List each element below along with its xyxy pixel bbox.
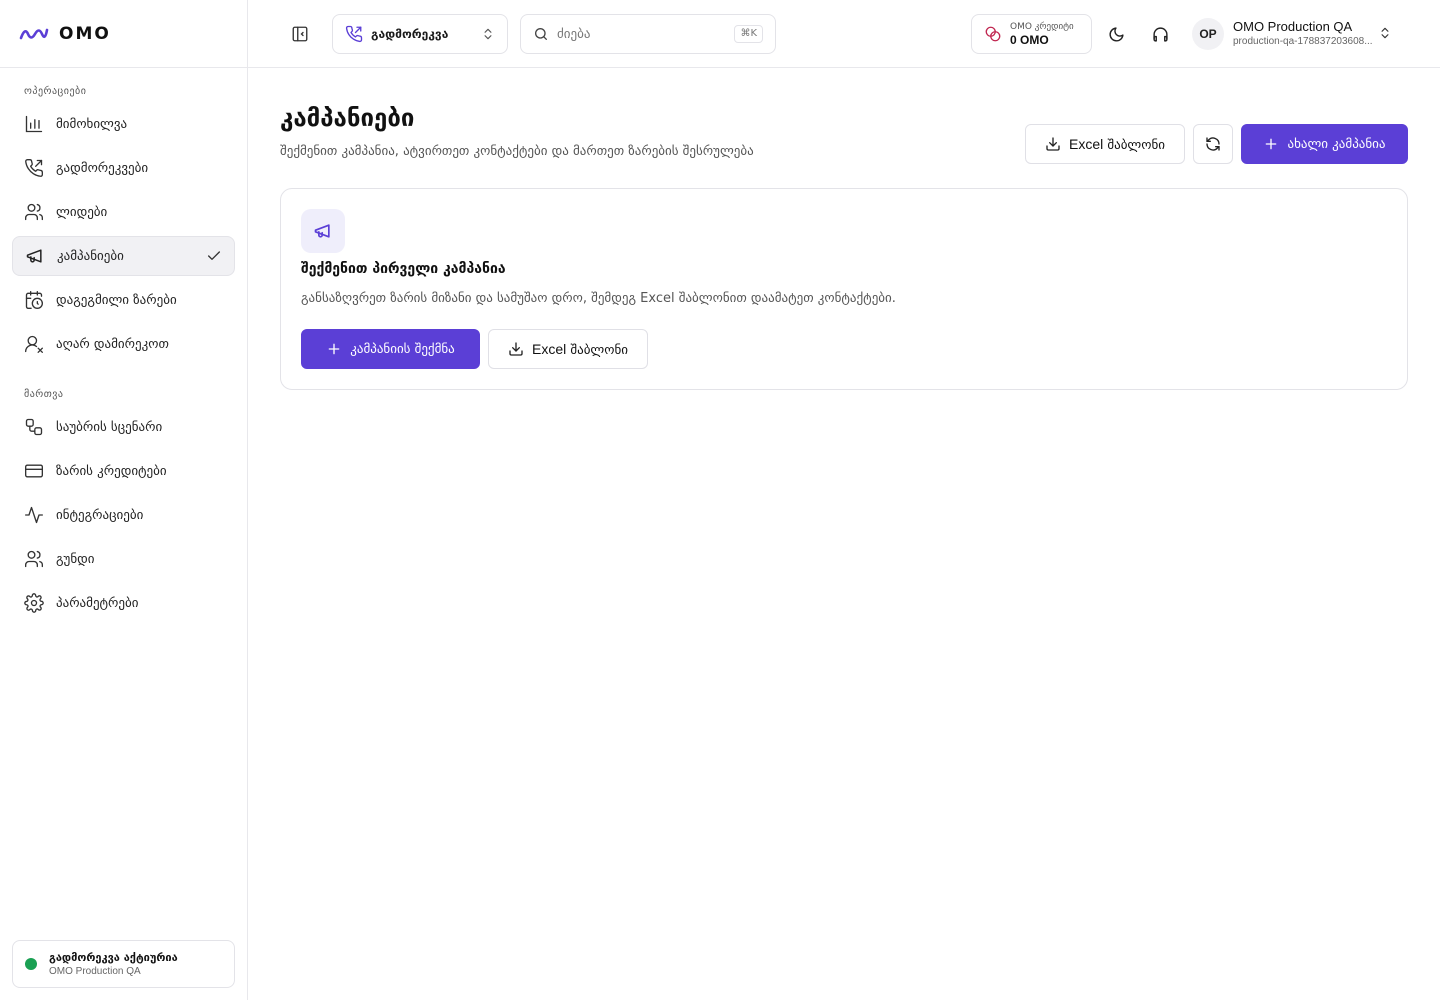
excel-word: Excel [1068, 135, 1104, 152]
empty-state-card: შექმენით პირველი კამპანია განსაზღვრეთ ზა… [280, 188, 1408, 390]
org-name: OMO Production QA [1233, 19, 1353, 34]
org-switcher[interactable]: OP OMO Production QA production-qa-17883… [1192, 14, 1412, 54]
credits-widget[interactable]: OMO კრედიტი 0 OMO [971, 14, 1092, 54]
sidebar-item-scheduled-calls[interactable]: დაგეგმილი ზარები [12, 280, 235, 320]
excel-template-button[interactable]: Excel შაბლონი [1025, 124, 1185, 164]
sidebar-item-settings[interactable]: პარამეტრები [12, 583, 235, 623]
template-word: შაბლონი [570, 342, 628, 358]
sidebar-item-team[interactable]: გუნდი [12, 539, 235, 579]
status-org: OMO Production QA [49, 965, 141, 977]
mode-select[interactable]: გადმორეკვა [332, 14, 508, 54]
sidebar-item-conversation-script[interactable]: საუბრის სცენარი [12, 407, 235, 447]
page-title: კამპანიები [280, 104, 415, 132]
support-button[interactable] [1142, 16, 1178, 52]
sidebar-item-label: გადმორეკვები [56, 160, 149, 176]
plus-icon [1263, 136, 1279, 152]
plus-icon [326, 341, 342, 357]
check-icon [206, 248, 222, 264]
sidebar-item-overview[interactable]: მიმოხილვა [12, 104, 235, 144]
search-input[interactable] [557, 26, 717, 42]
sidebar-item-callbacks[interactable]: გადმორეკვები [12, 148, 235, 188]
brand[interactable]: OMO [0, 0, 247, 68]
sidebar-toggle-button[interactable] [282, 16, 318, 52]
mode-select-value: გადმორეკვა [371, 27, 449, 41]
section-title-operations: ოპერაციები [24, 86, 87, 97]
download-icon [508, 341, 524, 357]
omo-logo-icon [19, 24, 49, 44]
sidebar-item-leads[interactable]: ლიდები [12, 192, 235, 232]
sidebar-item-label: ლიდები [56, 204, 108, 220]
search-shortcut: ⌘K [734, 25, 763, 43]
credit-card-icon [24, 461, 44, 481]
avatar: OP [1192, 18, 1224, 50]
phone-outgoing-icon [24, 158, 44, 178]
headphones-icon [1152, 26, 1169, 43]
search-box[interactable]: ⌘K [520, 14, 776, 54]
sidebar-item-label: დაგეგმილი ზარები [56, 292, 177, 308]
excel-word: Excel [531, 340, 567, 357]
topbar: გადმორეკვა ⌘K OMO კრედიტი 0 OMO OP [248, 0, 1440, 68]
search-icon [533, 26, 549, 42]
team-icon [24, 549, 44, 569]
workflow-icon [24, 417, 44, 437]
moon-icon [1108, 26, 1125, 43]
megaphone-icon [301, 209, 345, 253]
sidebar-item-campaigns[interactable]: კამპანიები [12, 236, 235, 276]
sidebar-item-label: გუნდი [56, 551, 95, 567]
users-icon [24, 202, 44, 222]
new-campaign-label: ახალი კამპანია [1287, 136, 1386, 152]
credits-value: 0 OMO [1010, 33, 1049, 47]
section-title-management: მართვა [24, 389, 64, 400]
empty-state-title: შექმენით პირველი კამპანია [301, 261, 506, 277]
sidebar-item-label: მიმოხილვა [56, 116, 128, 132]
create-campaign-button[interactable]: კამპანიის შექმნა [301, 329, 480, 369]
refresh-icon [1205, 136, 1221, 152]
download-icon [1045, 136, 1061, 152]
activity-icon [24, 505, 44, 525]
new-campaign-button[interactable]: ახალი კამპანია [1241, 124, 1408, 164]
phone-outgoing-icon [345, 25, 363, 43]
chevrons-up-down-icon [481, 27, 495, 41]
main-content: კამპანიები შექმენით კამპანია, ატვირთეთ კ… [248, 68, 1440, 1000]
create-campaign-label: კამპანიის შექმნა [350, 341, 455, 357]
status-title: გადმორეკვა აქტიურია [49, 950, 178, 964]
credits-label: OMO კრედიტი [1010, 22, 1074, 32]
sidebar-item-do-not-call[interactable]: აღარ დამირეკოთ [12, 324, 235, 364]
sidebar-item-integrations[interactable]: ინტეგრაციები [12, 495, 235, 535]
sidebar-item-label: საუბრის სცენარი [56, 419, 163, 435]
callback-status-card[interactable]: გადმორეკვა აქტიურია OMO Production QA [12, 940, 235, 988]
sidebar-item-label: ზარის კრედიტები [56, 463, 167, 479]
brand-name: OMO [59, 23, 111, 44]
bar-chart-icon [24, 114, 44, 134]
sidebar-item-call-credits[interactable]: ზარის კრედიტები [12, 451, 235, 491]
panel-left-icon [291, 25, 309, 43]
chevrons-up-down-icon [1378, 26, 1392, 40]
coins-icon [984, 25, 1002, 43]
empty-state-description: განსაზღვრეთ ზარის მიზანი და სამუშაო დრო,… [301, 291, 896, 306]
refresh-button[interactable] [1193, 124, 1233, 164]
sidebar: OMO ოპერაციები მიმოხილვა გადმორეკვები ლი… [0, 0, 248, 1000]
sidebar-item-label: პარამეტრები [56, 595, 139, 611]
sidebar-item-label: აღარ დამირეკოთ [56, 336, 169, 352]
org-id: production-qa-178837203608... [1233, 36, 1373, 47]
calendar-clock-icon [24, 290, 44, 310]
megaphone-icon [25, 246, 45, 266]
status-dot [25, 958, 37, 970]
empty-excel-template-button[interactable]: Excel შაბლონი [488, 329, 648, 369]
template-word: შაბლონი [1107, 137, 1165, 153]
theme-toggle-button[interactable] [1098, 16, 1134, 52]
sidebar-item-label: ინტეგრაციები [56, 507, 144, 523]
gear-icon [24, 593, 44, 613]
user-x-icon [24, 334, 44, 354]
page-subtitle: შექმენით კამპანია, ატვირთეთ კონტაქტები დ… [280, 144, 754, 159]
sidebar-item-label: კამპანიები [57, 248, 124, 264]
